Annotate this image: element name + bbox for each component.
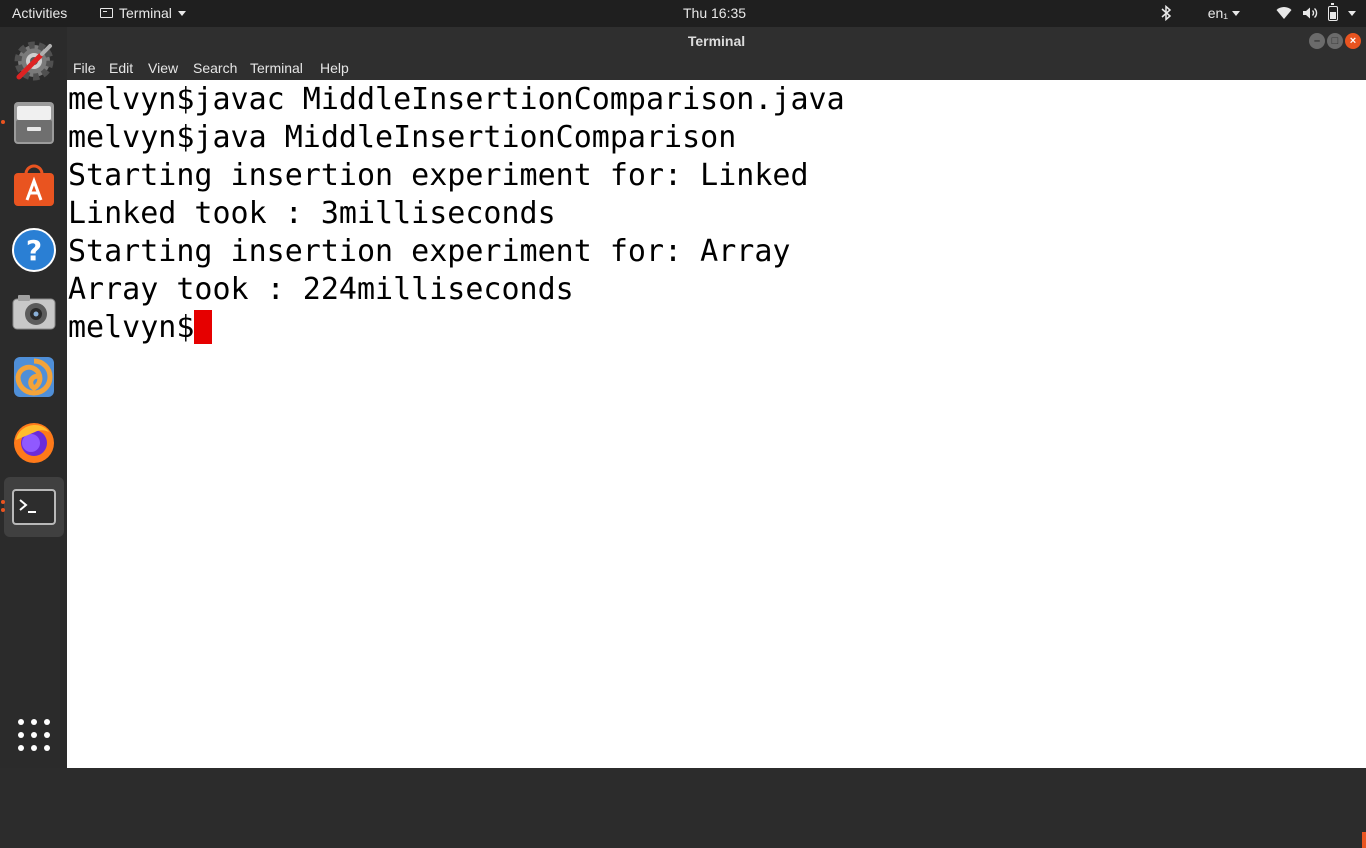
dock-camera[interactable] [4,283,64,343]
app-menu-label: Terminal [119,5,172,21]
maximize-button[interactable]: □ [1327,33,1343,49]
software-icon [14,164,54,206]
status-menu[interactable] [1276,2,1356,22]
menu-terminal[interactable]: Terminal [250,60,303,76]
bluetooth-icon[interactable] [1160,5,1172,21]
dock-software[interactable] [4,155,64,215]
terminal-prompt-line: melvyn$ [68,309,213,347]
chevron-down-icon [177,10,186,16]
running-indicator [1,120,5,124]
terminal-small-icon [100,8,113,18]
keyboard-layout-label: en₁ [1207,5,1228,21]
scrollbar-thumb[interactable] [1362,832,1366,848]
menu-view[interactable]: View [148,60,178,76]
system-tray[interactable]: en₁ [1160,2,1356,22]
window-title: Terminal [687,33,746,49]
files-icon [14,102,54,144]
app-grid-icon [18,719,50,751]
dock-terminal[interactable] [4,477,64,537]
terminal-prompt: melvyn$ [68,310,195,345]
app-menu[interactable]: Terminal [100,5,186,21]
help-icon: ? [12,228,56,272]
terminal-line: Linked took : 3milliseconds [68,196,556,231]
clock[interactable]: Thu 16:35 [683,5,746,21]
wifi-icon [1276,7,1292,20]
terminal-line: melvyn$javac MiddleInsertionComparison.j… [68,82,845,117]
terminal-line: Starting insertion experiment for: Array [68,234,791,269]
menu-search[interactable]: Search [193,60,237,76]
settings-icon [14,41,54,81]
minimize-icon: – [1313,35,1321,47]
top-bar: Activities Terminal Thu 16:35 en₁ [0,0,1366,27]
terminal-line: Array took : 224milliseconds [68,272,574,307]
menu-file[interactable]: File [73,60,96,76]
meld-icon [14,357,54,397]
firefox-icon [14,423,54,463]
camera-icon [12,295,56,330]
terminal-line: melvyn$java MiddleInsertionComparison [68,120,737,155]
terminal-line: Starting insertion experiment for: Linke… [68,158,809,193]
menu-bar: File Edit View Search Terminal Help [67,55,1366,80]
chevron-down-icon [1232,10,1240,16]
dock-show-applications[interactable] [4,705,64,765]
close-icon: × [1349,35,1357,47]
activities-button[interactable]: Activities [12,5,67,21]
running-indicator [1,500,5,504]
svg-text:?: ? [26,234,42,267]
dock-firefox[interactable] [4,411,64,471]
text-cursor [194,310,213,344]
dock-help[interactable]: ? [4,220,64,280]
dock: ? [0,27,67,768]
dock-files[interactable] [4,93,64,153]
window-titlebar[interactable]: Terminal – □ × [67,27,1366,55]
dock-settings[interactable] [4,31,64,91]
terminal-icon [12,489,56,525]
chevron-down-icon [1348,10,1356,16]
minimize-button[interactable]: – [1309,33,1325,49]
dock-meld[interactable] [4,347,64,407]
terminal-output[interactable]: melvyn$javac MiddleInsertionComparison.j… [67,80,1366,848]
menu-help[interactable]: Help [320,60,349,76]
menu-edit[interactable]: Edit [109,60,133,76]
volume-icon [1303,7,1318,19]
close-button[interactable]: × [1345,33,1361,49]
running-indicator [1,508,5,512]
keyboard-layout[interactable]: en₁ [1208,4,1240,22]
battery-icon [1328,2,1338,21]
window-controls: – □ × [1309,33,1361,49]
maximize-icon: □ [1331,35,1339,47]
